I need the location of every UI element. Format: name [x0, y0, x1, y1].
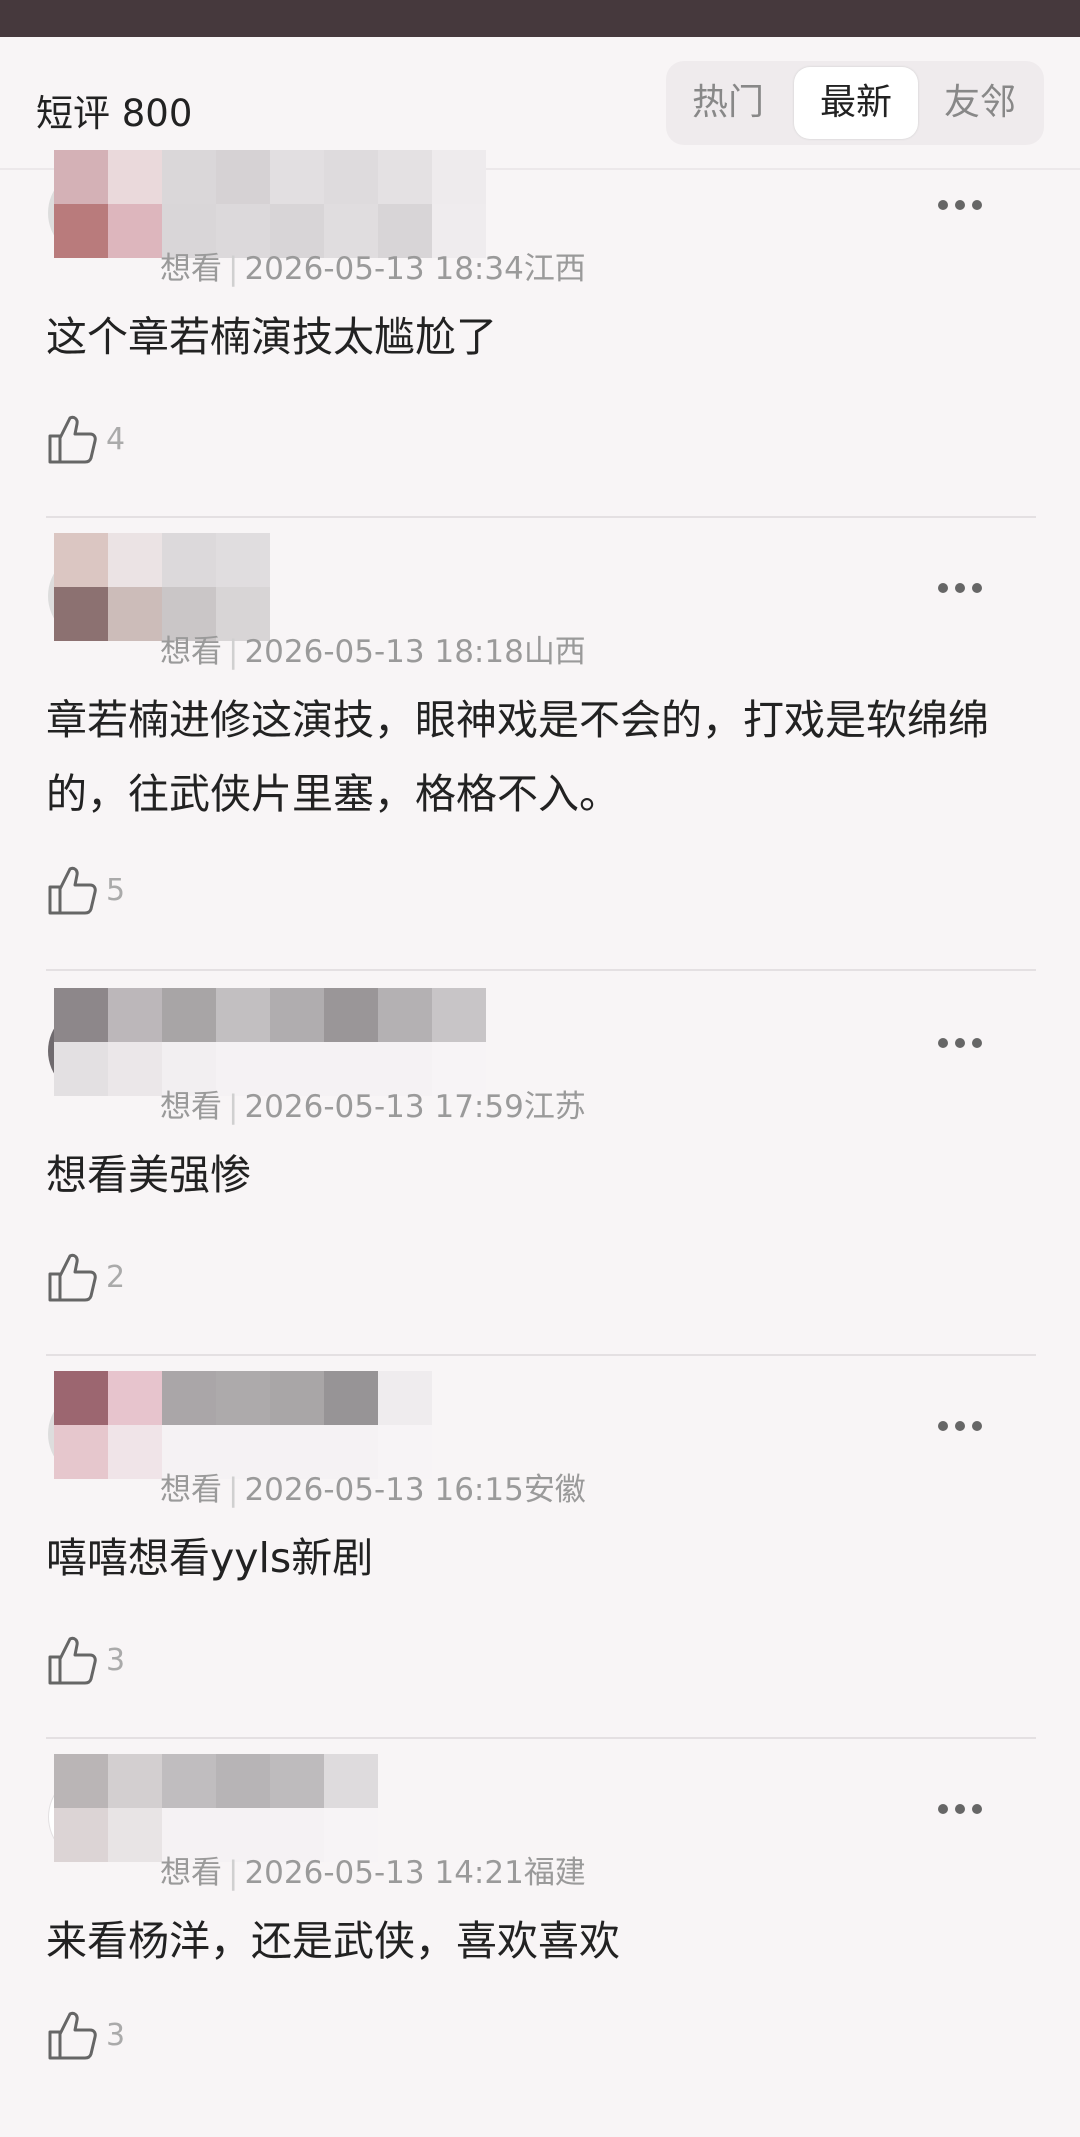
like-count: 3	[106, 2017, 126, 2053]
comment-item: 想看 | 2026-05-13 18:34江西 这个章若楠演技太尴尬了 4	[0, 150, 1080, 533]
comment-region: 江西	[523, 251, 586, 287]
divider	[46, 1737, 1036, 1739]
comment-meta: 想看 | 2026-05-13 17:59江苏	[160, 1089, 586, 1125]
comment-item: 想看 | 2026-05-13 14:21福建 来看杨洋，还是武侠，喜欢喜欢 3	[0, 1754, 1080, 2137]
like-button[interactable]: 5	[46, 863, 125, 917]
comment-meta: 想看 | 2026-05-13 18:18山西	[160, 634, 586, 670]
divider	[46, 1354, 1036, 1356]
watch-status: 想看	[160, 251, 222, 287]
like-button[interactable]: 4	[46, 412, 125, 466]
more-dots-icon[interactable]	[938, 1038, 982, 1050]
pixelated-username	[54, 533, 270, 641]
like-button[interactable]: 3	[46, 2008, 125, 2062]
comment-region: 福建	[523, 1855, 586, 1891]
more-dots-icon[interactable]	[938, 1421, 982, 1433]
tab-friends[interactable]: 友邻	[918, 67, 1042, 139]
divider	[46, 516, 1036, 518]
watch-status: 想看	[160, 634, 222, 670]
comment-time: 2026-05-13 18:18	[244, 634, 524, 670]
comment-region: 山西	[523, 634, 586, 670]
watch-status: 想看	[160, 1855, 222, 1891]
comment-time: 2026-05-13 18:34	[244, 251, 524, 287]
like-count: 2	[106, 1259, 126, 1295]
comment-item: 想看 | 2026-05-13 18:18山西 章若楠进修这演技，眼神戏是不会的，打…	[0, 533, 1080, 971]
watch-status: 想看	[160, 1472, 222, 1508]
comment-item: 想看 | 2026-05-13 16:15安徽 嘻嘻想看yyls新剧 3	[0, 1371, 1080, 1754]
sort-tabs: 热门 最新 友邻	[666, 61, 1044, 145]
comment-time: 2026-05-13 16:15	[244, 1472, 524, 1508]
thumbs-up-icon	[48, 1636, 97, 1685]
more-dots-icon[interactable]	[938, 583, 982, 595]
comment-item: 想看 | 2026-05-13 17:59江苏 想看美强惨 2	[0, 988, 1080, 1371]
like-count: 4	[106, 421, 126, 457]
pixelated-username	[54, 988, 486, 1096]
divider	[46, 969, 1036, 971]
comment-time: 2026-05-13 14:21	[244, 1855, 524, 1891]
comment-region: 江苏	[523, 1089, 586, 1125]
comment-text: 想看美强惨	[46, 1151, 251, 1199]
like-button[interactable]: 3	[46, 1633, 125, 1687]
status-bar	[0, 0, 1080, 37]
thumbs-up-icon	[48, 2011, 97, 2060]
more-dots-icon[interactable]	[938, 1804, 982, 1816]
comment-region: 安徽	[523, 1472, 586, 1508]
thumbs-up-icon	[48, 866, 97, 915]
pixelated-username	[54, 1754, 378, 1862]
comment-text: 嘻嘻想看yyls新剧	[46, 1534, 374, 1582]
comment-meta: 想看 | 2026-05-13 14:21福建	[160, 1855, 586, 1891]
like-count: 3	[106, 1642, 126, 1678]
thumbs-up-icon	[48, 1253, 97, 1302]
thumbs-up-icon	[48, 415, 97, 464]
comment-meta: 想看 | 2026-05-13 18:34江西	[160, 251, 586, 287]
comment-meta: 想看 | 2026-05-13 16:15安徽	[160, 1472, 586, 1508]
like-button[interactable]: 2	[46, 1250, 125, 1304]
tab-hot[interactable]: 热门	[666, 67, 790, 139]
pixelated-username	[54, 150, 486, 258]
comment-text: 来看杨洋，还是武侠，喜欢喜欢	[46, 1917, 620, 1965]
tab-latest[interactable]: 最新	[794, 67, 918, 139]
more-dots-icon[interactable]	[938, 200, 982, 212]
comment-text: 章若楠进修这演技，眼神戏是不会的，打戏是软绵绵的，往武侠片里塞，格格不入。	[46, 696, 989, 818]
reviews-title: 短评 800	[36, 92, 193, 135]
comment-time: 2026-05-13 17:59	[244, 1089, 524, 1125]
comment-text: 这个章若楠演技太尴尬了	[46, 313, 497, 361]
like-count: 5	[106, 872, 126, 908]
pixelated-username	[54, 1371, 432, 1479]
watch-status: 想看	[160, 1089, 222, 1125]
